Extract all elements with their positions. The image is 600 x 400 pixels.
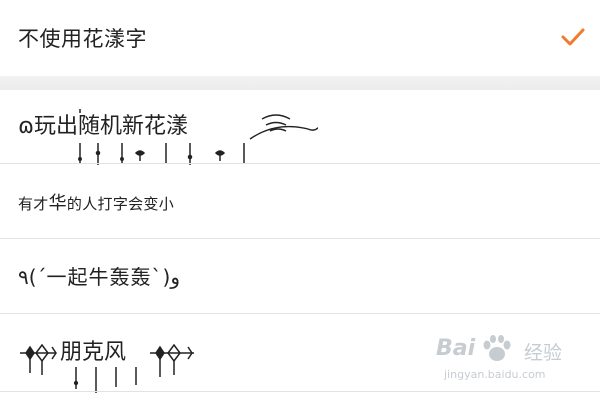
label-part: 有才 (18, 194, 49, 213)
divider (0, 238, 600, 239)
option-small-text[interactable]: 有才华的人打字会变小 (0, 165, 600, 238)
watermark-logo: Bai (436, 336, 476, 361)
label-part-big: 华 (48, 192, 67, 214)
fancy-text-preview: ɷ玩出随机新花漾 (18, 97, 318, 165)
fancy-text-label: 有才华的人打字会变小 (18, 189, 174, 215)
label-part: 的人打字会变小 (66, 194, 175, 213)
option-label: 不使用花漾字 (18, 27, 147, 51)
checkmark-icon (561, 28, 585, 46)
fancy-text-label: 朋克风 (60, 340, 127, 365)
divider (0, 391, 600, 392)
watermark-text: 经验 (524, 342, 563, 364)
fancy-text-label: ٩(ˊ一起牛轰轰ˋ)و (18, 264, 181, 289)
paw-icon (483, 335, 511, 361)
fancy-text-label: ɷ玩出随机新花漾 (18, 113, 189, 139)
option-no-fancy-text[interactable]: 不使用花漾字 (0, 0, 600, 76)
divider (0, 163, 600, 164)
option-kaomoji-text[interactable]: ٩(ˊ一起牛轰轰ˋ)و (0, 240, 600, 313)
option-random-fancy-text[interactable]: ɷ玩出随机新花漾 (0, 90, 600, 165)
section-separator (0, 76, 600, 90)
fancy-text-preview: 朋克风 (18, 323, 194, 393)
watermark-url: jingyan.baidu.com (444, 368, 546, 381)
divider (0, 313, 600, 314)
watermark: Bai 经验 jingyan.baidu.com (436, 332, 586, 390)
